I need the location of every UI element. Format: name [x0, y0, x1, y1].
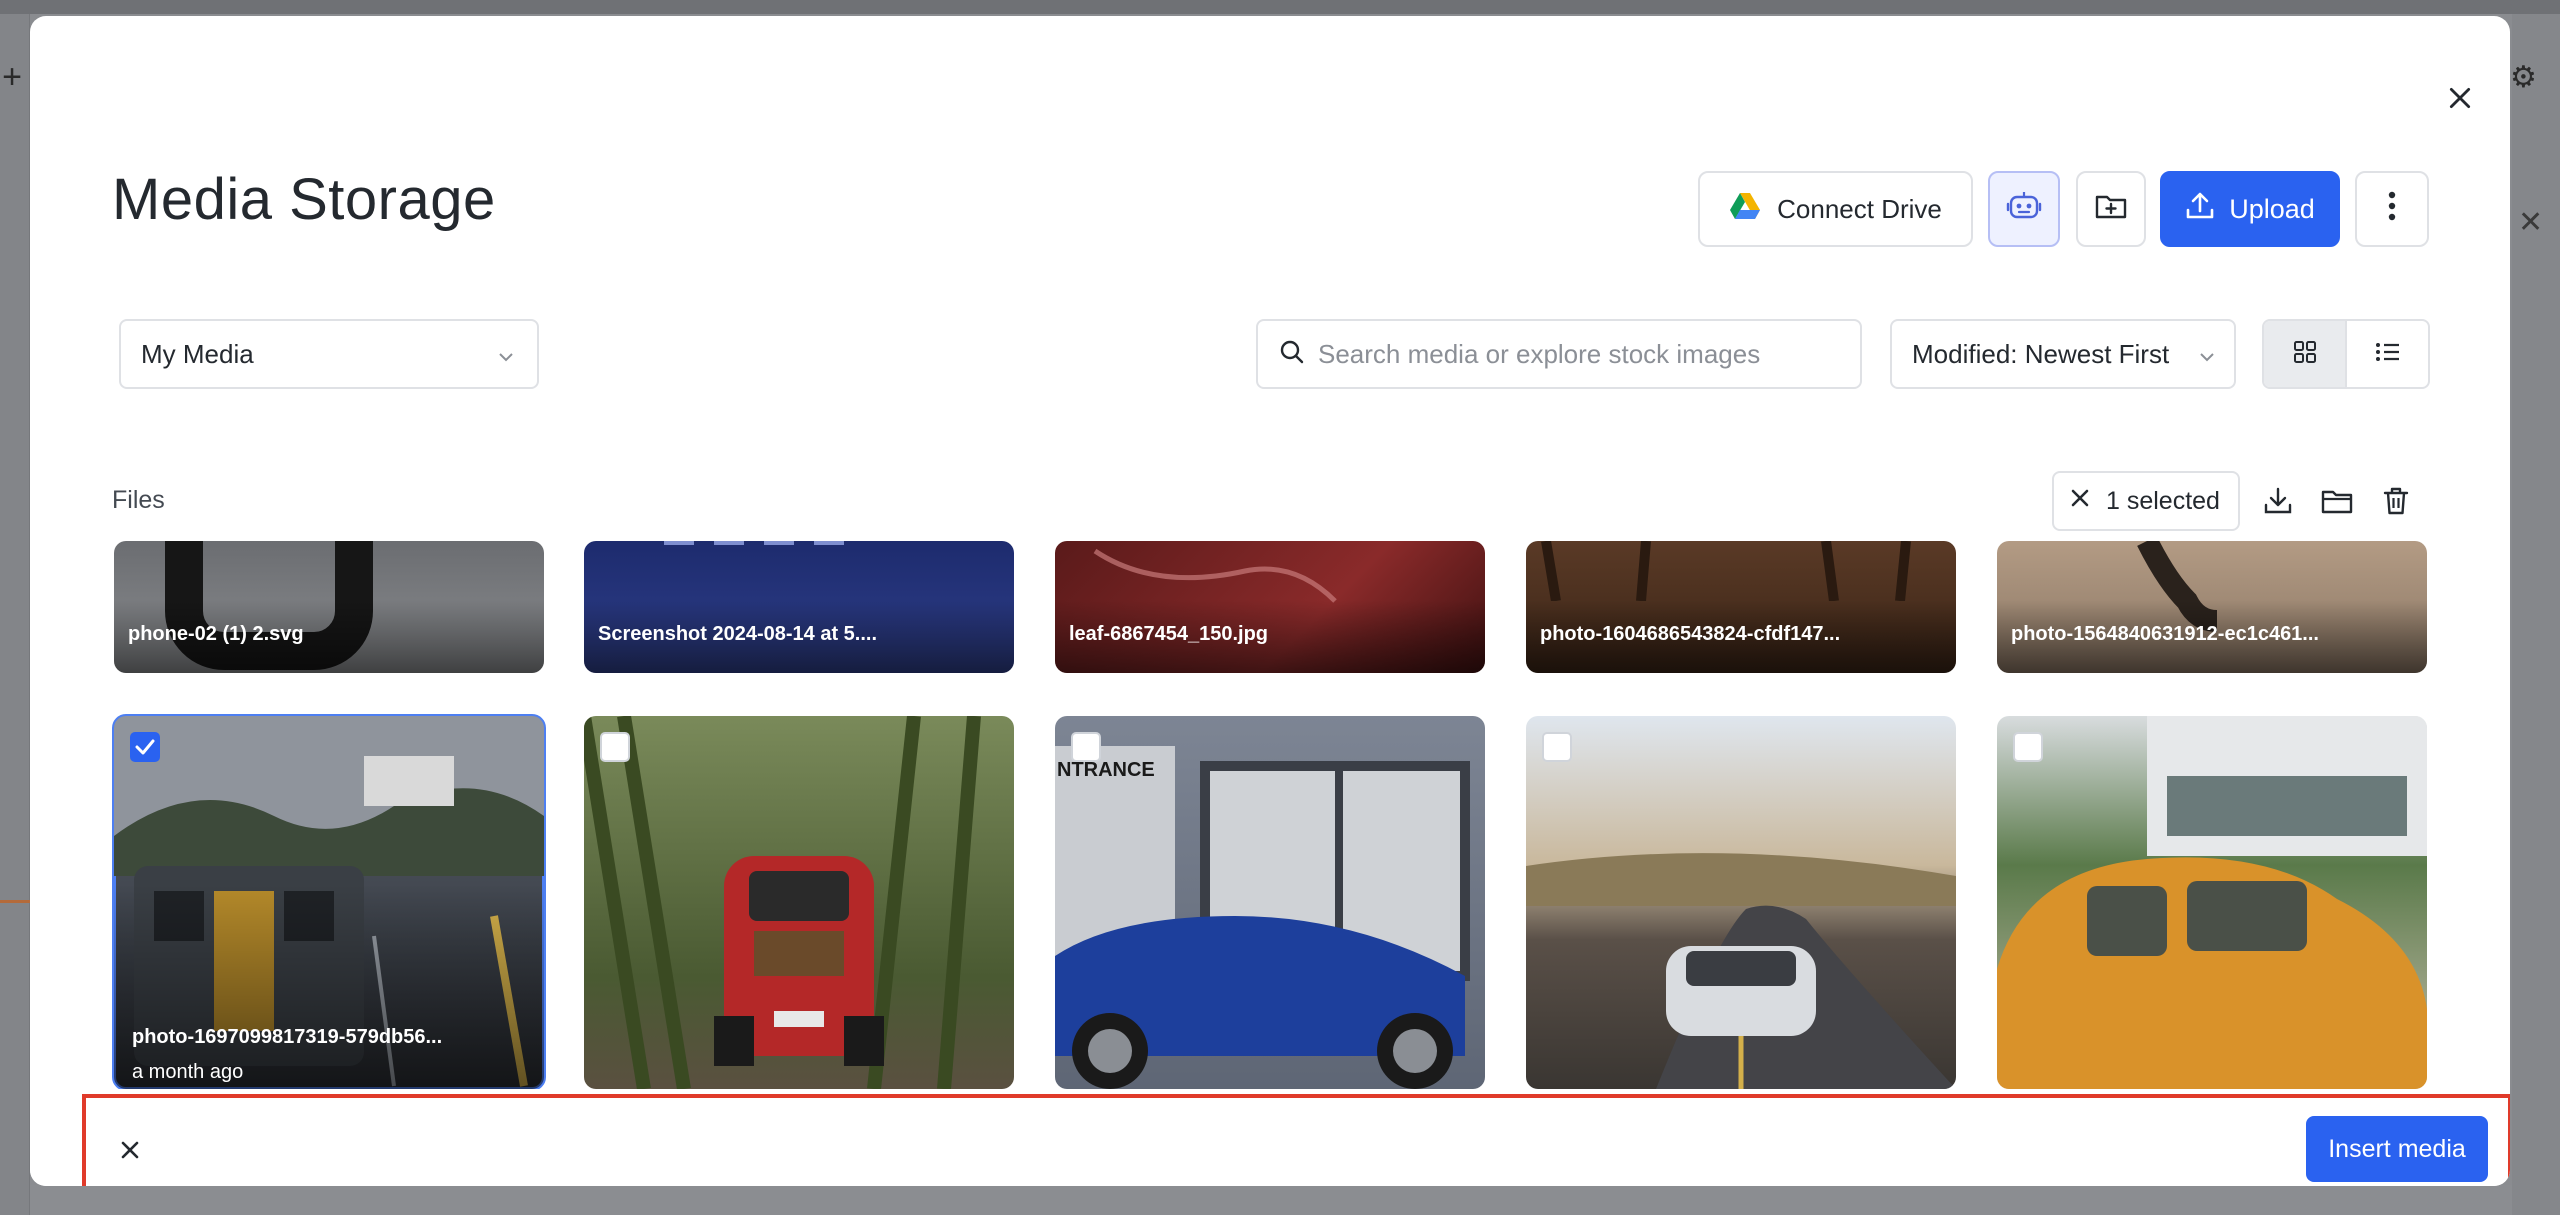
media-tile-name: leaf-6867454_150.jpg — [1069, 623, 1269, 645]
media-tile-name: photo-1564840631912-ec1c461... — [2011, 623, 2319, 645]
close-icon[interactable] — [110, 1130, 150, 1170]
download-icon[interactable] — [2260, 483, 2296, 519]
media-tile-name: photo-1604686543824-cfdf147... — [1540, 623, 1841, 645]
media-tile[interactable]: photo-1564840631912-ec1c461... — [1997, 541, 2427, 673]
robot-icon — [2004, 186, 2044, 233]
upload-icon — [2185, 191, 2215, 228]
search-icon — [1278, 338, 1306, 371]
files-section-label: Files — [112, 486, 165, 514]
tile-checkbox[interactable] — [1071, 732, 1101, 762]
more-vertical-icon — [2388, 191, 2396, 228]
connect-drive-label: Connect Drive — [1777, 193, 1942, 224]
close-icon[interactable] — [2434, 72, 2486, 124]
media-tile[interactable]: leaf-6867454_150.jpg — [1055, 541, 1485, 673]
media-tile[interactable]: phone-02 (1) 2.svg — [114, 541, 544, 673]
tile-checkbox[interactable] — [1542, 732, 1572, 762]
media-tile[interactable]: NTRANCE — [1055, 716, 1485, 1089]
clear-selection-icon[interactable] — [2068, 486, 2092, 517]
media-tile-name: photo-1697099817319-579db56... — [132, 1026, 443, 1048]
upload-label: Upload — [2229, 193, 2315, 224]
media-tile-name: Screenshot 2024-08-14 at 5.... — [598, 623, 878, 645]
media-tile-selected[interactable]: photo-1697099817319-579db56... a month a… — [112, 714, 546, 1089]
list-icon — [2375, 341, 2401, 368]
chevron-down-icon — [2198, 339, 2216, 370]
background-left-panel — [0, 14, 30, 1215]
media-tile[interactable] — [1997, 716, 2427, 1089]
media-tile[interactable] — [584, 716, 1014, 1089]
media-tile[interactable] — [1526, 716, 1956, 1089]
search-field[interactable] — [1256, 319, 1862, 389]
modal-footer — [30, 1089, 2510, 1186]
new-folder-button[interactable] — [2076, 171, 2146, 247]
move-to-folder-icon[interactable] — [2319, 483, 2355, 519]
selection-bar: 1 selected — [2052, 471, 2240, 531]
tile-checkbox[interactable] — [600, 732, 630, 762]
insert-media-button[interactable]: Insert media — [2306, 1116, 2488, 1182]
page-title: Media Storage — [112, 167, 496, 232]
media-tile[interactable]: photo-1604686543824-cfdf147... — [1526, 541, 1956, 673]
view-mode-toggle — [2262, 319, 2430, 389]
media-grid: phone-02 (1) 2.svg Screenshot 2024-08-14… — [30, 541, 2510, 1089]
tile-checkbox[interactable] — [130, 732, 160, 762]
media-tile-name: phone-02 (1) 2.svg — [128, 623, 304, 645]
folder-plus-icon — [2095, 192, 2127, 227]
media-tile[interactable]: Screenshot 2024-08-14 at 5.... — [584, 541, 1014, 673]
upload-button[interactable]: Upload — [2160, 171, 2340, 247]
connect-drive-button[interactable]: Connect Drive — [1698, 171, 1973, 247]
media-tile-date: a month ago — [132, 1061, 244, 1083]
svg-text:NTRANCE: NTRANCE — [1057, 759, 1155, 781]
media-storage-modal: Media Storage Connect Drive Upload My Me… — [30, 16, 2510, 1186]
grid-view-button[interactable] — [2264, 321, 2347, 387]
search-input[interactable] — [1318, 338, 1838, 370]
sort-value: Modified: Newest First — [1912, 338, 2170, 369]
background-right-panel — [2512, 14, 2560, 1215]
background-topbar — [0, 0, 2560, 14]
ai-assistant-button[interactable] — [1988, 171, 2060, 247]
grid-icon — [2293, 340, 2317, 369]
chevron-down-icon — [497, 339, 515, 370]
close-icon: ✕ — [2518, 206, 2544, 239]
selected-count: 1 selected — [2106, 486, 2220, 515]
media-source-select[interactable]: My Media — [119, 319, 539, 389]
background-bottom-bar — [30, 1185, 2512, 1215]
tile-checkbox[interactable] — [2013, 732, 2043, 762]
google-drive-icon — [1729, 192, 1761, 227]
plus-icon: + — [2, 58, 22, 96]
media-source-value: My Media — [141, 338, 254, 369]
background-accent-line — [0, 900, 30, 903]
trash-icon[interactable] — [2378, 483, 2414, 519]
settings-sliders-icon: ⚙ — [2510, 61, 2537, 94]
list-view-button[interactable] — [2347, 321, 2428, 387]
sort-select[interactable]: Modified: Newest First — [1890, 319, 2236, 389]
more-options-button[interactable] — [2355, 171, 2429, 247]
